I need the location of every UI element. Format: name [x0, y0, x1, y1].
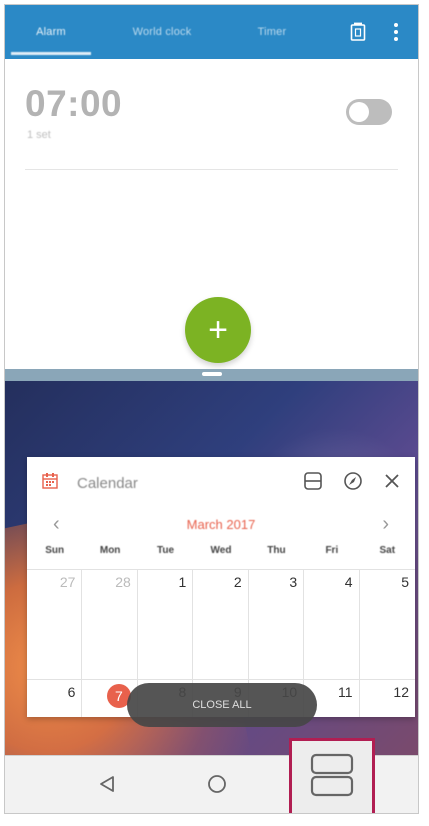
calendar-widget-title: Calendar [77, 474, 138, 492]
calendar-app-icon [41, 472, 59, 495]
split-window-icon[interactable] [303, 471, 323, 496]
calendar-widget-actions [303, 471, 401, 496]
home-button[interactable] [187, 756, 247, 813]
top-app-bar: Alarm World clock Timer [5, 5, 418, 59]
weekday-label: Sun [45, 545, 65, 556]
tab-timer-label: Timer [257, 26, 287, 38]
calendar-week: 27 28 1 2 3 4 5 [27, 570, 415, 680]
compass-icon[interactable] [343, 471, 363, 496]
phone-frame: Alarm World clock Timer 07:00 1 set + Ca… [4, 4, 419, 814]
calendar-day[interactable]: 28 [82, 570, 138, 679]
calendar-day[interactable]: 3 [249, 570, 305, 679]
weekday-label: Tue [157, 545, 175, 556]
calendar-day[interactable]: 1 [138, 570, 194, 679]
alarm-toggle[interactable] [346, 99, 392, 125]
plus-icon: + [208, 311, 228, 349]
recent-apps-button[interactable] [289, 738, 375, 813]
close-icon[interactable] [383, 472, 401, 495]
home-icon [207, 774, 227, 799]
tab-world-clock-label: World clock [132, 26, 192, 38]
tab-alarm[interactable]: Alarm [5, 5, 97, 59]
calendar-day[interactable]: 12 [360, 680, 415, 717]
weekday-label: Mon [99, 545, 121, 556]
next-month-button[interactable]: › [382, 514, 389, 534]
alarm-item[interactable]: 07:00 1 set [25, 79, 398, 170]
more-vert-icon[interactable] [384, 20, 408, 44]
alarm-list: 07:00 1 set + [5, 59, 418, 369]
split-screen-divider[interactable] [5, 369, 418, 381]
split-handle[interactable] [201, 372, 222, 376]
calendar-month-label: March 2017 [186, 516, 256, 532]
calendar-month-row: ‹ March 2017 › [27, 509, 415, 539]
navigation-bar [5, 738, 418, 813]
calendar-widget[interactable]: Calendar ‹ March 2017 › Sun Mon Tue Wed … [27, 457, 415, 717]
weekday-label: Fri [325, 545, 339, 556]
add-alarm-button[interactable]: + [185, 297, 251, 363]
weekday-label: Thu [267, 545, 286, 556]
weekday-label: Wed [210, 545, 232, 556]
top-actions [346, 20, 408, 44]
back-icon [98, 775, 116, 798]
calendar-day[interactable]: 27 [27, 570, 83, 679]
prev-month-button[interactable]: ‹ [53, 514, 60, 534]
calendar-day[interactable]: 5 [360, 570, 415, 679]
alarm-time: 07:00 [25, 83, 123, 124]
tab-timer[interactable]: Timer [227, 5, 317, 59]
tab-alarm-label: Alarm [36, 26, 66, 38]
alarm-subtitle: 1 set [27, 129, 51, 141]
calendar-day[interactable]: 6 [27, 680, 83, 717]
toggle-knob [349, 102, 369, 122]
back-button[interactable] [77, 756, 137, 813]
delete-icon[interactable] [346, 20, 370, 44]
tab-world-clock[interactable]: World clock [97, 5, 227, 59]
close-all-button[interactable]: CLOSE ALL [127, 683, 317, 727]
calendar-weekday-header: Sun Mon Tue Wed Thu Fri Sat [27, 545, 415, 565]
calendar-widget-header: Calendar [27, 457, 415, 509]
close-all-label: CLOSE ALL [192, 699, 252, 711]
calendar-day[interactable]: 2 [193, 570, 249, 679]
calendar-day[interactable]: 4 [304, 570, 360, 679]
weekday-label: Sat [379, 545, 396, 556]
recent-apps-split-icon [308, 751, 356, 804]
